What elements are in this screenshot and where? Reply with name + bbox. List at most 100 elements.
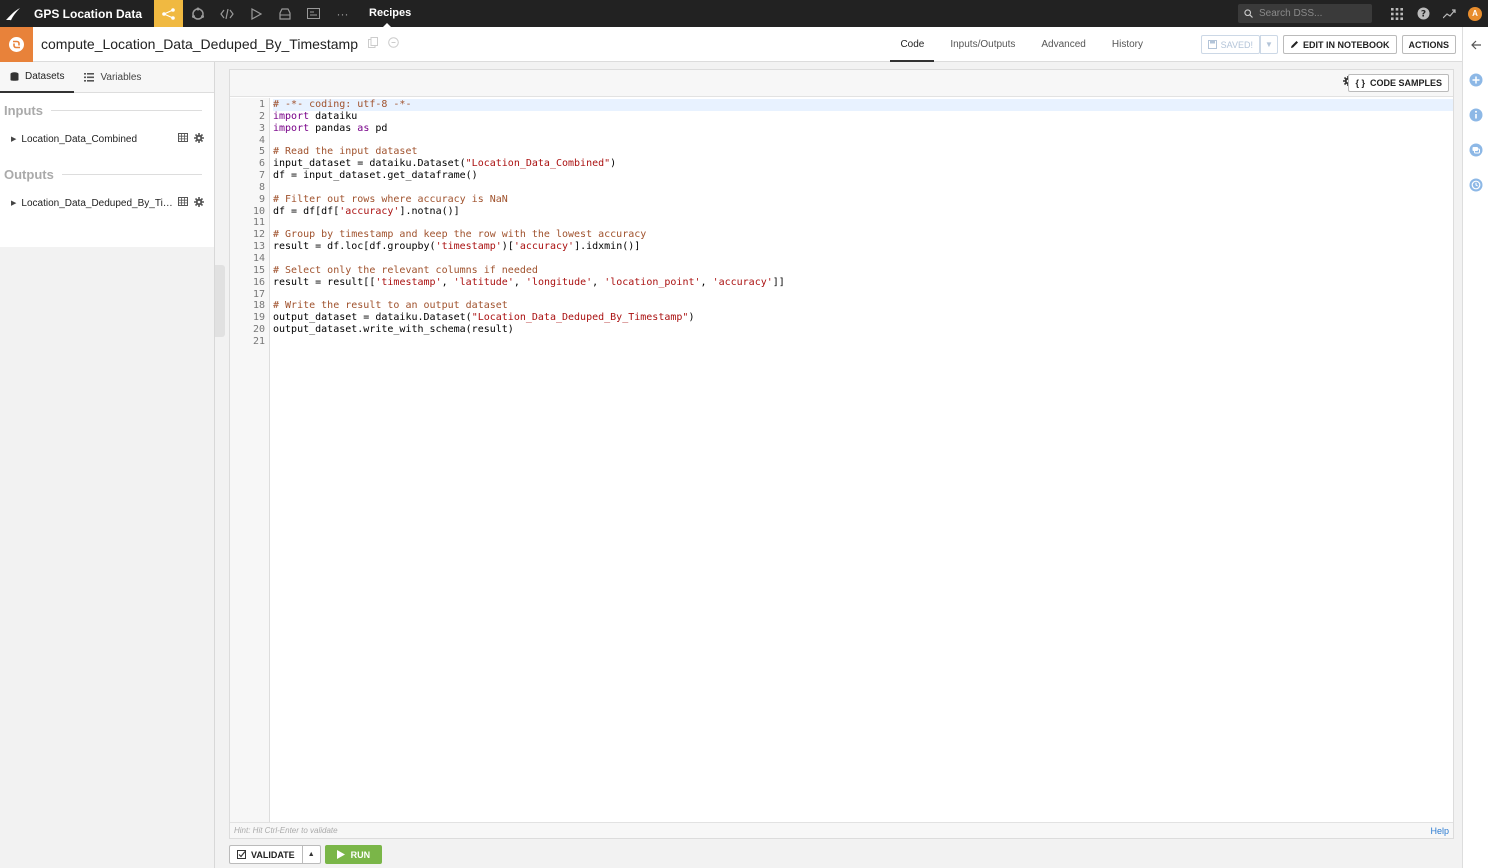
timeline-clock-icon[interactable]	[1463, 167, 1488, 202]
line-number: 13	[252, 241, 265, 253]
plus-circle-icon[interactable]	[1463, 62, 1488, 97]
run-label: RUN	[350, 849, 371, 860]
recipe-title[interactable]: compute_Location_Data_Deduped_By_Timesta…	[33, 36, 358, 52]
line-number: 5	[258, 146, 265, 158]
code-line[interactable]: import dataiku	[273, 111, 1453, 123]
code-line[interactable]: # Filter out rows where accuracy is NaN	[273, 194, 1453, 206]
tab-history[interactable]: History	[1102, 27, 1153, 62]
code-icon[interactable]	[212, 0, 241, 27]
activity-trend-icon[interactable]	[1436, 0, 1462, 27]
editor-hint-bar: Hint: Hit Ctrl-Enter to validate Help	[230, 822, 1453, 838]
search-input[interactable]	[1253, 8, 1363, 19]
code-line[interactable]: ​	[273, 289, 1453, 301]
code-line[interactable]: df = input_dataset.get_dataframe()	[273, 170, 1453, 182]
saved-button[interactable]: SAVED!	[1200, 35, 1260, 54]
editor-toolbar: { } CODE SAMPLES	[230, 70, 1453, 97]
tab-code[interactable]: Code	[890, 27, 935, 62]
tab-datasets-label: Datasets	[25, 71, 65, 82]
line-number: 8	[258, 181, 265, 193]
info-icon[interactable]	[1463, 97, 1488, 132]
code-line[interactable]: ​	[273, 182, 1453, 194]
line-number: 9	[258, 193, 265, 205]
inputs-section-title: Inputs	[0, 101, 214, 119]
gear-icon[interactable]	[194, 132, 204, 146]
refresh-icon[interactable]	[183, 0, 212, 27]
tab-variables[interactable]: Variables	[74, 62, 151, 93]
code-line[interactable]: # Select only the relevant columns if ne…	[273, 265, 1453, 277]
code-line[interactable]: ​	[273, 253, 1453, 265]
code-line[interactable]: ​	[273, 336, 1453, 348]
actions-button[interactable]: ACTIONS	[1401, 35, 1456, 54]
dataiku-logo-icon[interactable]	[0, 0, 26, 27]
line-number: 11	[252, 217, 265, 229]
input-dataset-row[interactable]: ▶ Location_Data_Combined	[0, 127, 214, 151]
output-dataset-row[interactable]: ▶ Location_Data_Deduped_By_Timestamp	[0, 191, 214, 215]
more-icon[interactable]: ···	[328, 0, 357, 27]
edit-in-notebook-label: EDIT IN NOTEBOOK	[1302, 39, 1390, 50]
code-line[interactable]: output_dataset = dataiku.Dataset("Locati…	[273, 312, 1453, 324]
table-icon[interactable]	[178, 133, 188, 145]
code-line[interactable]: result = result[['timestamp', 'latitude'…	[273, 277, 1453, 289]
line-number: 18	[252, 300, 265, 312]
code-line[interactable]: input_dataset = dataiku.Dataset("Locatio…	[273, 158, 1453, 170]
tab-advanced[interactable]: Advanced	[1031, 27, 1095, 62]
info-circle-icon[interactable]	[388, 37, 399, 51]
flow-icon[interactable]	[154, 0, 184, 27]
top-navigation-bar: GPS Location Data ··· Recipes ? A	[0, 0, 1488, 27]
save-disk-icon	[1207, 40, 1217, 49]
line-number: 17	[252, 288, 265, 300]
line-number: 15	[252, 264, 265, 276]
validate-button[interactable]: VALIDATE	[229, 845, 303, 864]
expand-triangle-icon[interactable]: ▶	[11, 135, 16, 143]
table-icon[interactable]	[178, 197, 188, 209]
code-line[interactable]: df = df[df['accuracy'].notna()]	[273, 206, 1453, 218]
outputs-section-title: Outputs	[0, 165, 214, 183]
code-line[interactable]: import pandas as pd	[273, 123, 1453, 135]
right-side-rail	[1462, 27, 1488, 868]
code-line[interactable]: # -*- coding: utf-8 -*-	[273, 99, 1453, 111]
svg-text:?: ?	[1420, 10, 1425, 20]
code-samples-label: CODE SAMPLES	[1369, 78, 1442, 88]
code-text[interactable]: # -*- coding: utf-8 -*- import dataiku imp…	[270, 98, 1453, 824]
code-line[interactable]: result = df.loc[df.groupby('timestamp')[…	[273, 241, 1453, 253]
stack-icon[interactable]	[270, 0, 299, 27]
expand-triangle-icon[interactable]: ▶	[11, 199, 16, 207]
collapse-arrow-left-icon[interactable]	[1463, 27, 1488, 62]
save-options-caret[interactable]: ▼	[1259, 35, 1278, 54]
current-section-label[interactable]: Recipes	[357, 0, 411, 27]
dashboard-icon[interactable]	[299, 0, 328, 27]
line-number: 7	[258, 170, 265, 182]
code-samples-button[interactable]: { } CODE SAMPLES	[1348, 74, 1449, 92]
project-title[interactable]: GPS Location Data	[26, 7, 154, 21]
play-icon[interactable]	[241, 0, 270, 27]
sidebar-resize-handle[interactable]	[215, 265, 225, 337]
code-line[interactable]: ​	[273, 217, 1453, 229]
code-editor-panel: { } CODE SAMPLES 1 2 3 4 5 6 7 8 9 10 11 12 13 14 15 16…	[229, 69, 1454, 839]
help-icon[interactable]: ?	[1410, 0, 1436, 27]
validate-hint: Hint: Hit Ctrl-Enter to validate	[234, 826, 338, 835]
discussions-icon[interactable]	[1463, 132, 1488, 167]
edit-in-notebook-button[interactable]: EDIT IN NOTEBOOK	[1282, 35, 1397, 54]
apps-grid-icon[interactable]	[1384, 0, 1410, 27]
python-recipe-icon	[0, 26, 33, 62]
recipe-header: compute_Location_Data_Deduped_By_Timesta…	[0, 26, 1462, 62]
code-line[interactable]: output_dataset.write_with_schema(result)	[273, 324, 1453, 336]
code-line[interactable]: ​	[273, 135, 1453, 147]
code-line[interactable]: # Group by timestamp and keep the row wi…	[273, 229, 1453, 241]
play-icon	[336, 850, 345, 859]
tab-datasets[interactable]: Datasets	[0, 62, 75, 93]
input-dataset-name[interactable]: Location_Data_Combined	[21, 134, 175, 145]
copy-icon[interactable]	[368, 37, 379, 51]
validate-options-caret[interactable]: ▲	[302, 845, 321, 864]
recipe-tabs: Code Inputs/Outputs Advanced History	[887, 27, 1156, 62]
code-line[interactable]: # Read the input dataset	[273, 146, 1453, 158]
code-line[interactable]: # Write the result to an output dataset	[273, 300, 1453, 312]
output-dataset-name[interactable]: Location_Data_Deduped_By_Timestamp	[21, 198, 175, 209]
avatar[interactable]: A	[1468, 6, 1482, 21]
tab-inputs-outputs[interactable]: Inputs/Outputs	[940, 27, 1025, 62]
gear-icon[interactable]	[194, 196, 204, 210]
help-link[interactable]: Help	[1430, 826, 1449, 836]
sidebar-tabs: Datasets Variables	[0, 62, 214, 93]
run-button[interactable]: RUN	[324, 845, 383, 864]
code-area[interactable]: 1 2 3 4 5 6 7 8 9 10 11 12 13 14 15 16 17 18 19 20 21 # -*- …	[230, 98, 1453, 824]
